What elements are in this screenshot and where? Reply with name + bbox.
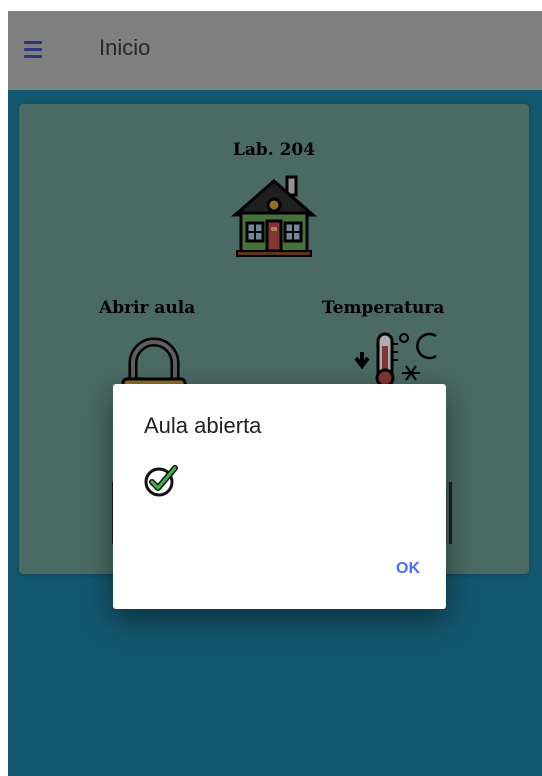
check-circle-icon bbox=[144, 465, 178, 497]
app-frame: Inicio Lab. 204 Abrir aula Temperatura A… bbox=[8, 11, 542, 776]
alert-dialog: Aula abierta OK bbox=[113, 384, 446, 609]
dialog-title: Aula abierta bbox=[144, 413, 262, 438]
ok-button[interactable]: OK bbox=[390, 556, 426, 582]
